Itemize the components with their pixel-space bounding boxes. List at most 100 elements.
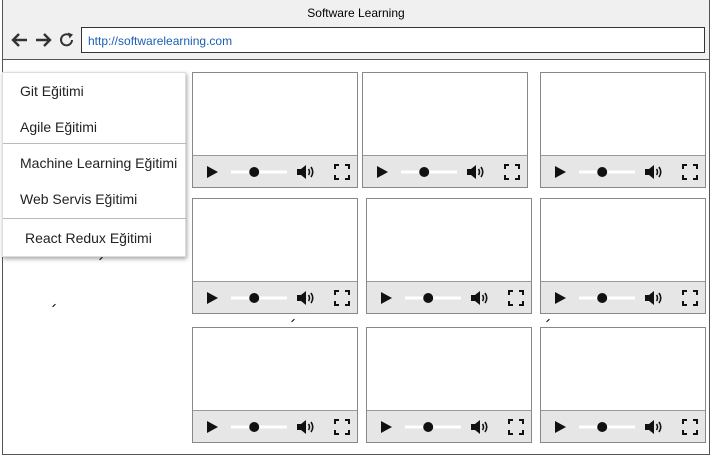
video-player[interactable] [366,198,532,314]
play-icon [381,421,392,433]
fullscreen-button[interactable] [504,164,520,180]
video-screen[interactable] [367,199,531,281]
volume-button[interactable] [470,290,490,306]
video-screen[interactable] [367,328,531,410]
fullscreen-button[interactable] [682,164,698,180]
seek-slider[interactable] [579,420,635,434]
seek-slider[interactable] [405,420,461,434]
video-controls [541,410,705,442]
volume-button[interactable] [296,290,316,306]
play-icon [207,166,218,178]
fullscreen-icon [682,164,698,180]
volume-button[interactable] [470,419,490,435]
menu-item-git[interactable]: Git Eğitimi [3,73,187,109]
play-icon [555,166,566,178]
fullscreen-icon [504,164,520,180]
seek-slider[interactable] [405,291,461,305]
volume-icon [297,291,314,305]
video-player[interactable] [540,198,706,314]
seek-slider[interactable] [231,420,287,434]
play-button[interactable] [205,164,219,180]
video-player[interactable] [362,72,528,188]
video-controls [541,281,705,313]
play-button[interactable] [205,419,219,435]
menu-item-machine-learning[interactable]: Machine Learning Eğitimi [3,145,187,181]
menu-item-label: React Redux Eğitimi [25,230,152,246]
fullscreen-button[interactable] [334,290,350,306]
play-button[interactable] [205,290,219,306]
video-controls [193,281,357,313]
menu-item-label: Agile Eğitimi [20,119,98,135]
video-controls [541,155,705,187]
fullscreen-button[interactable] [334,419,350,435]
volume-icon [645,165,662,179]
volume-icon [471,420,488,434]
video-screen[interactable] [193,199,357,281]
menu-item-label: Machine Learning Eğitimi [20,155,178,171]
fullscreen-button[interactable] [508,419,524,435]
play-icon [381,292,392,304]
play-icon [555,292,566,304]
seek-slider[interactable] [579,291,635,305]
fullscreen-button[interactable] [682,419,698,435]
video-controls [367,281,531,313]
video-player[interactable] [540,327,706,443]
fullscreen-icon [508,419,524,435]
fullscreen-button[interactable] [508,290,524,306]
fullscreen-icon [682,419,698,435]
volume-button[interactable] [644,290,664,306]
arrow-right-icon [36,33,52,47]
volume-icon [467,165,484,179]
play-button[interactable] [553,290,567,306]
video-screen[interactable] [193,73,357,155]
video-screen[interactable] [541,328,705,410]
fullscreen-button[interactable] [682,290,698,306]
forward-button[interactable] [33,30,53,50]
browser-toolbar: Software Learning http://softwarelearnin… [3,0,709,60]
play-button[interactable] [379,290,393,306]
seek-slider[interactable] [579,165,635,179]
fullscreen-icon [334,290,350,306]
seek-slider[interactable] [401,165,457,179]
video-screen[interactable] [193,328,357,410]
play-button[interactable] [553,419,567,435]
video-player[interactable] [540,72,706,188]
menu-item-label: Git Eğitimi [20,83,84,99]
video-controls [193,155,357,187]
volume-icon [471,291,488,305]
volume-button[interactable] [296,164,316,180]
seek-slider[interactable] [231,291,287,305]
video-controls [193,410,357,442]
volume-button[interactable] [644,419,664,435]
video-player[interactable] [366,327,532,443]
fullscreen-icon [334,419,350,435]
video-player[interactable] [192,198,358,314]
address-bar[interactable]: http://softwarelearning.com [81,27,705,53]
play-button[interactable] [379,419,393,435]
menu-divider [3,218,187,219]
menu-item-web-servis[interactable]: Web Servis Eğitimi [3,181,187,217]
volume-icon [645,291,662,305]
play-button[interactable] [375,164,389,180]
seek-slider[interactable] [231,165,287,179]
video-controls [363,155,527,187]
play-button[interactable] [553,164,567,180]
volume-button[interactable] [466,164,486,180]
reload-button[interactable] [57,30,77,50]
volume-button[interactable] [644,164,664,180]
video-screen[interactable] [363,73,527,155]
back-button[interactable] [10,30,30,50]
volume-icon [297,165,314,179]
video-screen[interactable] [541,199,705,281]
fullscreen-button[interactable] [334,164,350,180]
video-player[interactable] [192,327,358,443]
play-icon [207,292,218,304]
video-player[interactable] [192,72,358,188]
menu-item-agile[interactable]: Agile Eğitimi [3,109,187,145]
volume-button[interactable] [296,419,316,435]
video-screen[interactable] [541,73,705,155]
menu-item-react-redux[interactable]: React Redux Eğitimi [3,220,187,256]
url-text: http://softwarelearning.com [88,34,233,48]
volume-icon [297,420,314,434]
video-controls [367,410,531,442]
